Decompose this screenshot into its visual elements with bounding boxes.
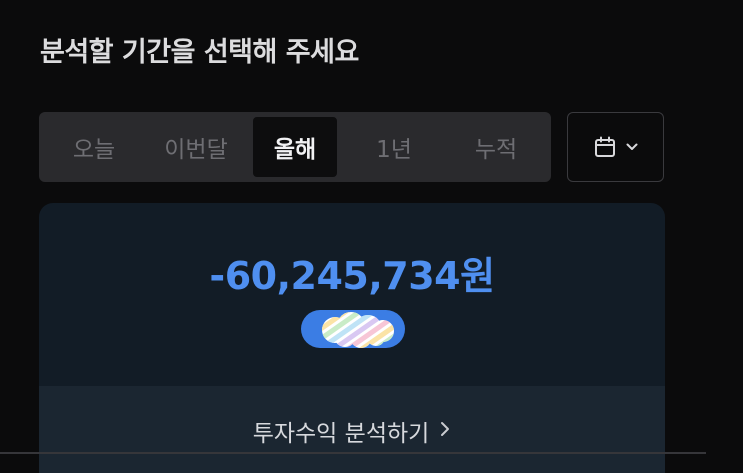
period-selector: 오늘 이번달 올해 1년 누적	[39, 112, 551, 182]
tab-this-year[interactable]: 올해	[253, 117, 337, 177]
divider	[0, 452, 706, 454]
card-footer: 투자수익 분석하기	[39, 386, 665, 473]
summary-card: -60,245,734원 투자수익 분석하기	[39, 203, 665, 473]
profit-amount: -60,245,734원	[209, 254, 495, 298]
period-analysis-screen: 분석할 기간을 선택해 주세요 오늘 이번달 올해 1년 누적 -60,245,…	[0, 0, 743, 473]
page-title: 분석할 기간을 선택해 주세요	[40, 37, 359, 68]
tab-one-year[interactable]: 1년	[343, 117, 445, 177]
chevron-down-icon	[625, 140, 639, 154]
masked-content-badge	[301, 310, 405, 348]
tab-today[interactable]: 오늘	[43, 117, 145, 177]
rainbow-mask-sticker	[322, 312, 394, 348]
tab-cumulative[interactable]: 누적	[445, 117, 547, 177]
tab-this-month[interactable]: 이번달	[145, 117, 247, 177]
profit-analysis-link[interactable]: 투자수익 분석하기	[39, 414, 665, 448]
chevron-right-icon	[439, 418, 451, 444]
calendar-icon	[593, 135, 617, 159]
analyze-link-label: 투자수익 분석하기	[252, 421, 430, 447]
calendar-button[interactable]	[567, 112, 664, 182]
